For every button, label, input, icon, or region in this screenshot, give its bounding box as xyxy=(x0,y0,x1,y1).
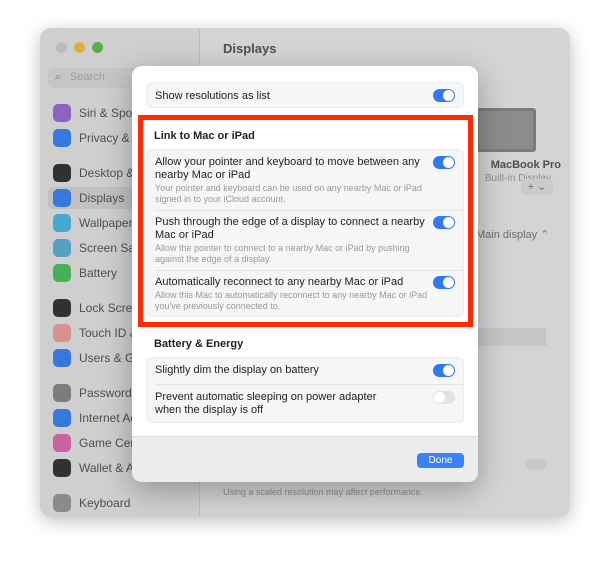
highlight-box xyxy=(138,115,473,327)
divider xyxy=(155,384,463,385)
prevent-sleep-toggle[interactable] xyxy=(433,391,455,404)
show-resolutions-toggle[interactable] xyxy=(433,89,455,102)
battery-section: Slightly dim the display on battery Prev… xyxy=(146,357,464,423)
done-button[interactable]: Done xyxy=(417,453,464,468)
sheet-footer: Done xyxy=(132,436,478,482)
show-resolutions-row: Show resolutions as list xyxy=(146,82,464,108)
dim-display-toggle[interactable] xyxy=(433,364,455,377)
section-title-battery: Battery & Energy xyxy=(154,338,244,350)
